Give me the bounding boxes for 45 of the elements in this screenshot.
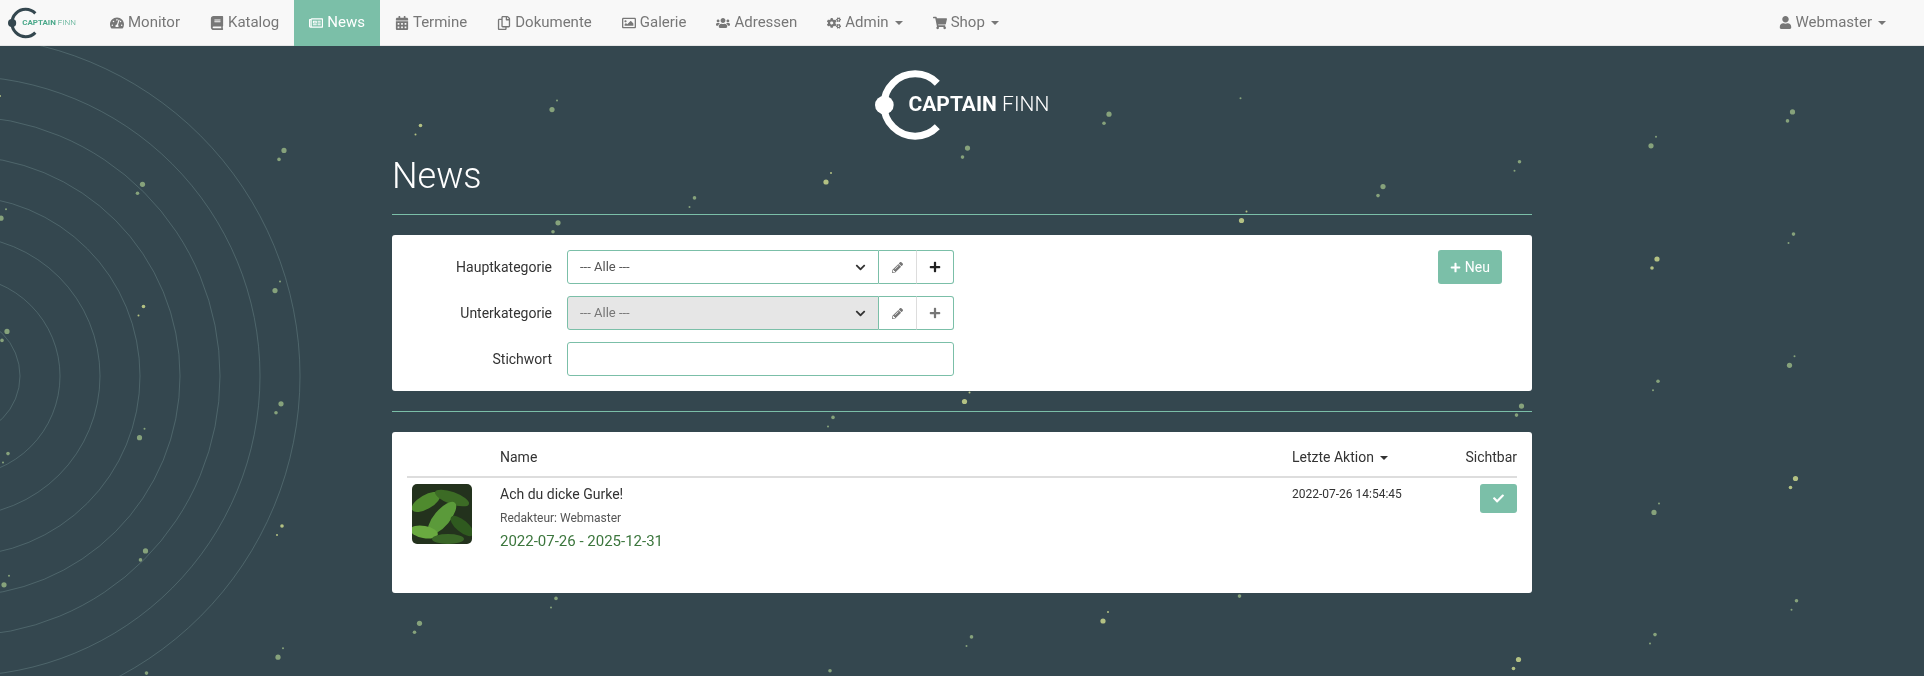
pencil-icon xyxy=(892,261,903,273)
gauge-icon xyxy=(110,15,124,30)
field-label: Stichwort xyxy=(491,349,553,369)
newspaper-icon xyxy=(309,15,324,30)
logo-text: CAPTAIN FINN xyxy=(22,16,76,29)
book-icon xyxy=(210,15,224,30)
news-period: 2022-07-26 - 2025-12-31 xyxy=(500,531,665,552)
user-menu[interactable]: Webmaster xyxy=(1778,11,1886,34)
documents-icon xyxy=(497,15,512,30)
users-icon xyxy=(716,15,731,30)
column-header[interactable]: Name xyxy=(500,449,538,465)
nav-tab[interactable]: Katalog xyxy=(195,0,295,46)
news-editor: Redakteur: Webmaster xyxy=(500,510,623,527)
nav-tab[interactable]: Adressen xyxy=(701,0,813,46)
field-label: Hauptkategorie xyxy=(455,257,553,277)
visibility-toggle[interactable] xyxy=(1480,484,1517,513)
user-icon xyxy=(1778,16,1792,29)
logo-text: CAPTAIN FINN xyxy=(908,90,1050,118)
column-header[interactable]: Sichtbar xyxy=(1465,449,1517,465)
check-icon xyxy=(1493,493,1504,504)
news-title[interactable]: Ach du dicke Gurke! xyxy=(500,484,1292,505)
keyword-input[interactable] xyxy=(567,342,954,376)
add-button[interactable] xyxy=(917,250,954,284)
plus-icon xyxy=(929,261,941,273)
nav-tab[interactable]: Shop xyxy=(917,0,1014,46)
plus-icon xyxy=(929,307,941,319)
cart-icon xyxy=(932,15,947,30)
nav-tab[interactable]: Termine xyxy=(379,0,483,46)
nav-tab[interactable]: Galerie xyxy=(606,0,702,46)
edit-button[interactable] xyxy=(879,250,917,284)
gears-icon xyxy=(827,15,842,30)
pencil-icon xyxy=(892,307,903,319)
nav-tab[interactable]: Monitor xyxy=(95,0,195,46)
calendar-icon xyxy=(394,15,409,30)
nav-tab[interactable]: Admin xyxy=(812,0,918,46)
category-select[interactable]: --- Alle --- xyxy=(567,250,879,284)
field-label: Unterkategorie xyxy=(459,303,553,323)
page-title: News xyxy=(392,154,483,199)
brand-logo[interactable]: CAPTAIN FINN xyxy=(0,4,95,41)
edit-button[interactable] xyxy=(879,296,917,330)
column-header[interactable]: Letzte Aktion xyxy=(1292,449,1388,465)
plus-icon xyxy=(1449,261,1461,273)
nav-tab[interactable]: Dokumente xyxy=(482,0,607,46)
last-action-date: 2022-07-26 14:54:45 xyxy=(1292,486,1403,503)
image-icon xyxy=(621,15,636,30)
